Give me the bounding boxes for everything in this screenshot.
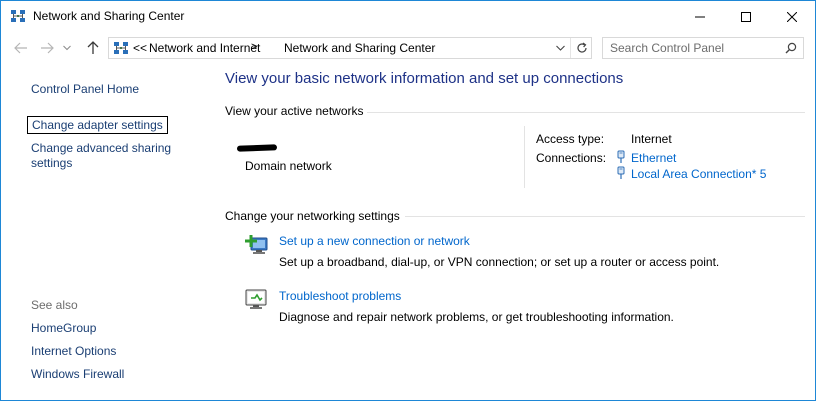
ethernet-link[interactable]: Ethernet: [631, 151, 676, 165]
close-icon: [787, 11, 797, 22]
access-type-label: Access type:: [536, 132, 605, 146]
search-button[interactable]: [783, 41, 799, 55]
address-row: << Network and Internet > Network and Sh…: [1, 32, 815, 64]
homegroup-link[interactable]: HomeGroup: [31, 321, 96, 335]
active-networks-heading: View your active networks: [225, 104, 364, 118]
left-pane: Control Panel Home Change adapter settin…: [2, 65, 210, 400]
ethernet-connection-icon: [617, 166, 625, 179]
forward-button[interactable]: [39, 40, 55, 56]
change-adapter-settings-link[interactable]: Change adapter settings: [27, 116, 168, 134]
address-bar[interactable]: << Network and Internet > Network and Sh…: [108, 37, 592, 59]
redacted-network-name: [236, 144, 278, 152]
minimize-icon: [695, 16, 705, 17]
troubleshoot-problems-link[interactable]: Troubleshoot problems: [279, 289, 401, 303]
window-title: Network and Sharing Center: [33, 9, 185, 23]
page-title: View your basic network information and …: [225, 70, 624, 87]
minimize-button[interactable]: [677, 1, 723, 32]
windows-firewall-link[interactable]: Windows Firewall: [31, 367, 124, 381]
refresh-button[interactable]: [570, 38, 592, 58]
network-center-icon: [114, 42, 128, 54]
recent-locations-button[interactable]: [61, 40, 73, 56]
change-advanced-sharing-settings-link[interactable]: Change advanced sharing settings: [31, 141, 191, 171]
connections-label: Connections:: [536, 151, 607, 165]
refresh-icon: [576, 42, 587, 53]
address-dropdown-button[interactable]: [553, 41, 567, 55]
breadcrumb-network-and-sharing-center[interactable]: Network and Sharing Center: [284, 41, 435, 55]
network-type: Domain network: [245, 159, 332, 173]
up-button[interactable]: [85, 40, 101, 56]
arrow-left-icon: [14, 42, 27, 54]
section-divider: [367, 112, 805, 113]
breadcrumb-separator[interactable]: >: [251, 41, 257, 53]
ethernet-connection-icon: [617, 150, 625, 163]
set-up-new-connection-description: Set up a broadband, dial-up, or VPN conn…: [279, 255, 720, 269]
new-connection-icon: [245, 235, 268, 254]
close-button[interactable]: [769, 1, 815, 32]
network-center-icon: [11, 10, 25, 22]
internet-options-link[interactable]: Internet Options: [31, 344, 116, 358]
local-area-connection-link[interactable]: Local Area Connection* 5: [631, 167, 766, 181]
chevron-down-icon: [555, 45, 565, 51]
troubleshoot-icon: [245, 289, 267, 309]
search-icon: [785, 42, 797, 54]
chevron-down-icon: [63, 45, 71, 51]
back-button[interactable]: [13, 40, 29, 56]
breadcrumb-network-and-internet[interactable]: Network and Internet: [149, 41, 260, 55]
arrow-up-icon: [87, 41, 99, 54]
see-also-heading: See also: [31, 298, 78, 312]
control-panel-home-link[interactable]: Control Panel Home: [31, 82, 139, 96]
networking-settings-heading: Change your networking settings: [225, 209, 400, 223]
set-up-new-connection-link[interactable]: Set up a new connection or network: [279, 234, 470, 248]
troubleshoot-problems-description: Diagnose and repair network problems, or…: [279, 310, 674, 324]
maximize-icon: [741, 11, 751, 22]
vertical-divider: [524, 126, 525, 188]
search-input[interactable]: [603, 38, 779, 58]
title-bar: Network and Sharing Center: [1, 1, 815, 32]
section-divider: [405, 216, 805, 217]
search-box[interactable]: [602, 37, 804, 59]
arrow-right-icon: [41, 42, 54, 54]
maximize-button[interactable]: [723, 1, 769, 32]
window: Network and Sharing Center << Network an…: [0, 0, 816, 401]
breadcrumb-overflow[interactable]: <<: [133, 41, 147, 55]
main-content: View your basic network information and …: [211, 65, 815, 400]
access-type-value: Internet: [631, 132, 672, 146]
